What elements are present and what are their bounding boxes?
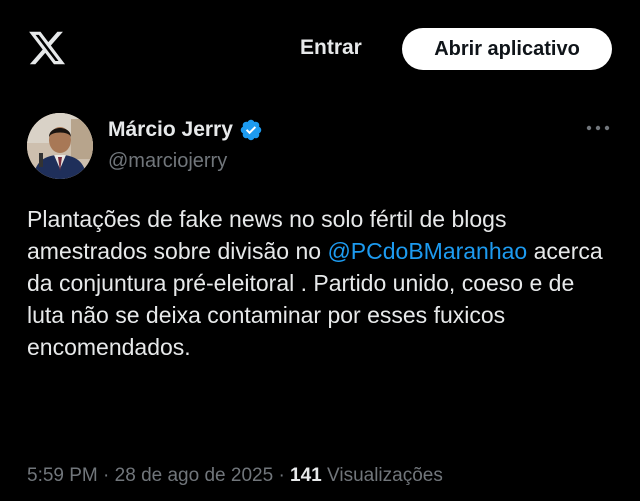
mention-link[interactable]: @PCdoBMaranhao — [327, 238, 527, 264]
author-handle[interactable]: @marciojerry — [108, 150, 227, 173]
login-link[interactable]: Entrar — [300, 36, 362, 60]
views-count: 141 — [290, 465, 322, 486]
author-name[interactable]: Márcio Jerry — [108, 118, 233, 142]
verified-badge-icon — [240, 119, 262, 141]
author-row: Márcio Jerry — [108, 118, 263, 142]
meta-separator: · — [278, 465, 285, 486]
tweet-time[interactable]: 5:59 PM — [27, 465, 98, 486]
top-bar: Entrar Abrir aplicativo — [0, 0, 640, 100]
views-label: Visualizações — [327, 465, 443, 486]
tweet-date[interactable]: 28 de ago de 2025 — [115, 465, 274, 486]
tweet-text: Plantações de fake news no solo fértil d… — [27, 203, 617, 363]
open-app-button[interactable]: Abrir aplicativo — [402, 28, 612, 70]
tweet-meta: 5:59 PM · 28 de ago de 2025 · 141 Visual… — [27, 465, 443, 487]
meta-separator: · — [103, 465, 110, 486]
more-options-icon[interactable] — [584, 118, 612, 138]
avatar[interactable] — [27, 113, 93, 179]
x-logo-icon[interactable] — [27, 28, 67, 68]
